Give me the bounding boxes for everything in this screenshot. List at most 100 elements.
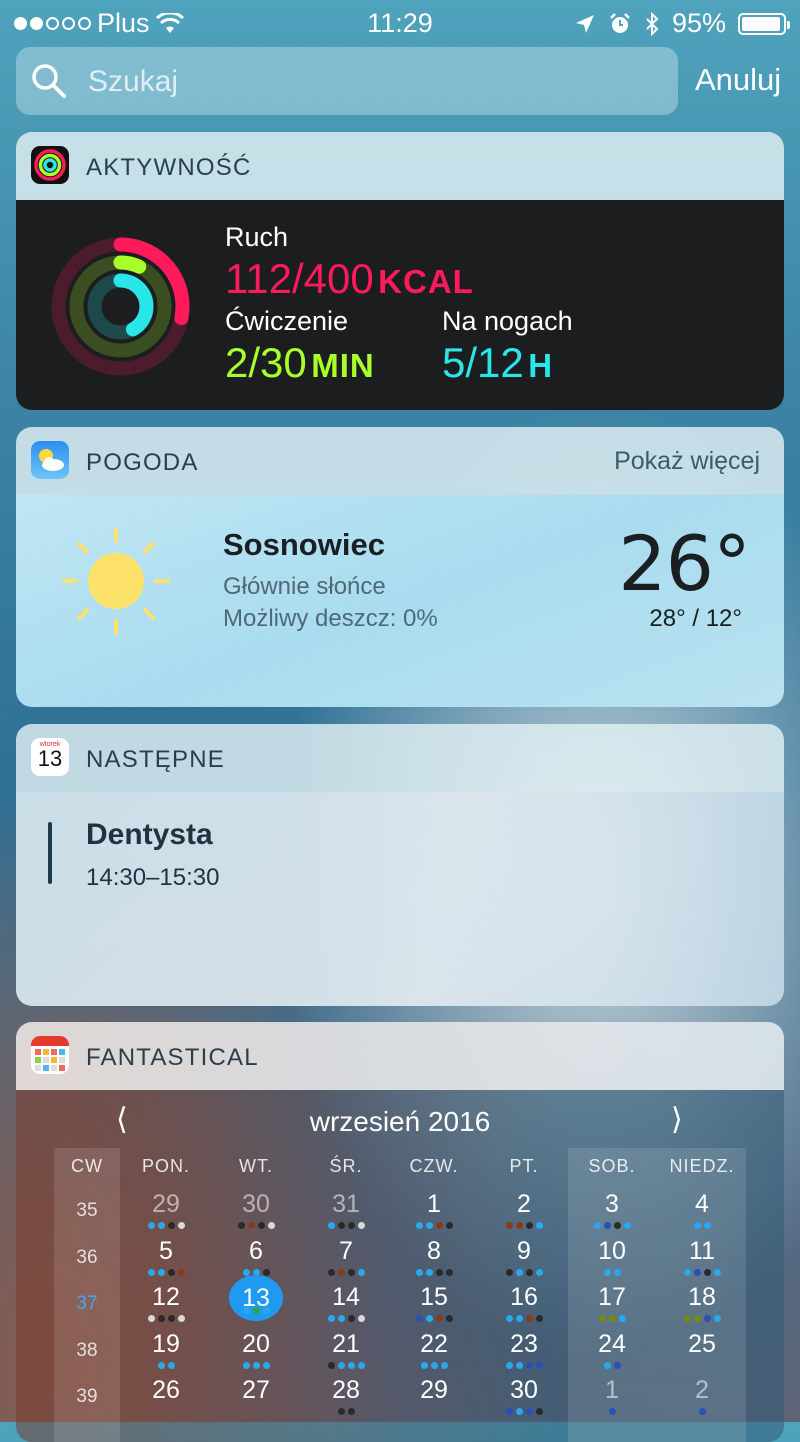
- fantastical-widget[interactable]: FANTASTICAL ⟨ wrzesień 2016 ⟩ CW PON. WT. Ś…: [16, 1022, 784, 1442]
- exercise-value: 2/30: [225, 339, 307, 386]
- week-number-header: CW: [71, 1156, 103, 1176]
- event-dot: [242, 1268, 250, 1276]
- activity-app-icon: [31, 146, 69, 184]
- day-cell[interactable]: 3: [572, 1190, 652, 1230]
- activity-widget[interactable]: AKTYWNOŚĆ Ruch 112/400 KCAL Ćwiczenie 2/…: [16, 132, 784, 410]
- event-dot: [347, 1222, 355, 1229]
- event-dot: [177, 1315, 185, 1322]
- day-cell[interactable]: 14: [306, 1283, 386, 1323]
- day-cell[interactable]: 1: [572, 1376, 652, 1416]
- event-dot: [147, 1315, 155, 1322]
- day-number: 29: [152, 1190, 180, 1218]
- event-dot: [357, 1315, 365, 1322]
- day-cell[interactable]: 19: [126, 1330, 206, 1370]
- event-dot: [435, 1268, 443, 1276]
- next-month-button[interactable]: ⟩: [671, 1102, 683, 1137]
- weather-city: Sosnowiec: [223, 527, 385, 562]
- day-cell[interactable]: 31: [306, 1190, 386, 1230]
- search-bar[interactable]: [16, 47, 678, 115]
- event-dot: [505, 1408, 513, 1415]
- day-cell[interactable]: 16: [484, 1283, 564, 1323]
- day-cell[interactable]: 12: [126, 1283, 206, 1323]
- event-dot: [262, 1268, 270, 1276]
- day-cell[interactable]: 23: [484, 1330, 564, 1370]
- show-more-button[interactable]: Pokaż więcej: [614, 447, 760, 476]
- day-cell[interactable]: 27: [216, 1376, 296, 1416]
- weekday-header: PT.: [509, 1156, 539, 1176]
- cancel-button[interactable]: Anuluj: [695, 62, 781, 98]
- day-number: 31: [332, 1190, 360, 1218]
- event-dot: [242, 1307, 250, 1314]
- day-cell[interactable]: 17: [572, 1283, 652, 1323]
- event-dot: [337, 1315, 345, 1322]
- day-cell[interactable]: 1: [394, 1190, 474, 1230]
- day-cell[interactable]: 7: [306, 1237, 386, 1277]
- event-dot: [535, 1361, 543, 1369]
- day-number: 30: [242, 1190, 270, 1218]
- day-cell[interactable]: 24: [572, 1330, 652, 1370]
- week-number: 35: [76, 1200, 98, 1221]
- weather-app-icon: [31, 441, 69, 479]
- event-dots: [662, 1268, 742, 1277]
- event-dot: [167, 1361, 175, 1369]
- event-dot: [683, 1315, 691, 1322]
- move-value: 112/400: [225, 255, 374, 302]
- bluetooth-icon: [646, 11, 659, 36]
- day-cell[interactable]: 29: [394, 1376, 474, 1416]
- day-cell[interactable]: 21: [306, 1330, 386, 1370]
- event-dot: [425, 1268, 433, 1276]
- event-title[interactable]: Dentysta: [86, 818, 213, 852]
- day-cell[interactable]: 2: [484, 1190, 564, 1230]
- event-dots: [394, 1222, 474, 1230]
- event-dot: [535, 1408, 543, 1415]
- event-dot: [535, 1315, 543, 1322]
- day-cell[interactable]: 30: [484, 1376, 564, 1416]
- day-cell-today[interactable]: 13: [216, 1275, 296, 1321]
- day-cell[interactable]: 9: [484, 1237, 564, 1277]
- day-cell[interactable]: 30: [216, 1190, 296, 1230]
- event-dot: [515, 1408, 523, 1415]
- event-dot: [505, 1222, 513, 1229]
- exercise-stat: Ćwiczenie 2/30 MIN: [225, 306, 375, 387]
- event-dots: [216, 1307, 296, 1315]
- event-dot: [505, 1361, 513, 1369]
- event-dot: [262, 1307, 270, 1314]
- event-dot: [435, 1222, 443, 1229]
- day-cell[interactable]: 26: [126, 1376, 206, 1416]
- event-dot: [177, 1222, 185, 1229]
- day-cell[interactable]: 25: [662, 1330, 742, 1370]
- widget-header: AKTYWNOŚĆ: [16, 132, 784, 200]
- stand-unit: H: [528, 347, 554, 384]
- search-input[interactable]: [86, 59, 650, 105]
- day-cell[interactable]: 20: [216, 1330, 296, 1370]
- day-cell[interactable]: 22: [394, 1330, 474, 1370]
- day-cell[interactable]: 18: [662, 1283, 742, 1323]
- event-dots: [306, 1315, 386, 1323]
- day-cell[interactable]: 29: [126, 1190, 206, 1230]
- weekday-header: ŚR.: [329, 1156, 363, 1176]
- event-dot: [525, 1408, 533, 1415]
- day-cell[interactable]: 4: [662, 1190, 742, 1230]
- weather-widget[interactable]: POGODA Pokaż więcej Sosnowiec Głównie sł…: [16, 427, 784, 707]
- day-cell[interactable]: 11: [662, 1237, 742, 1277]
- day-cell[interactable]: 5: [126, 1237, 206, 1277]
- event-dot: [147, 1222, 155, 1229]
- location-arrow-icon: [575, 14, 594, 33]
- day-cell[interactable]: 15: [394, 1283, 474, 1323]
- day-cell[interactable]: 28: [306, 1376, 386, 1416]
- up-next-widget[interactable]: wtorek 13 NASTĘPNE Dentysta 14:30–15:30: [16, 724, 784, 1006]
- day-cell[interactable]: 8: [394, 1237, 474, 1277]
- week-row: 36 5 6 7 8 9 10 11: [54, 1237, 748, 1283]
- event-dot: [525, 1268, 533, 1276]
- event-dot: [262, 1361, 270, 1369]
- event-dot: [525, 1315, 533, 1322]
- day-cell[interactable]: 10: [572, 1237, 652, 1277]
- event-dot: [425, 1222, 433, 1229]
- day-cell[interactable]: 6: [216, 1237, 296, 1277]
- day-number: 12: [152, 1283, 180, 1311]
- day-cell[interactable]: 2: [662, 1376, 742, 1416]
- event-dots: [126, 1222, 206, 1230]
- event-dot: [425, 1315, 433, 1322]
- day-number: 28: [332, 1376, 360, 1404]
- event-dot: [347, 1408, 355, 1415]
